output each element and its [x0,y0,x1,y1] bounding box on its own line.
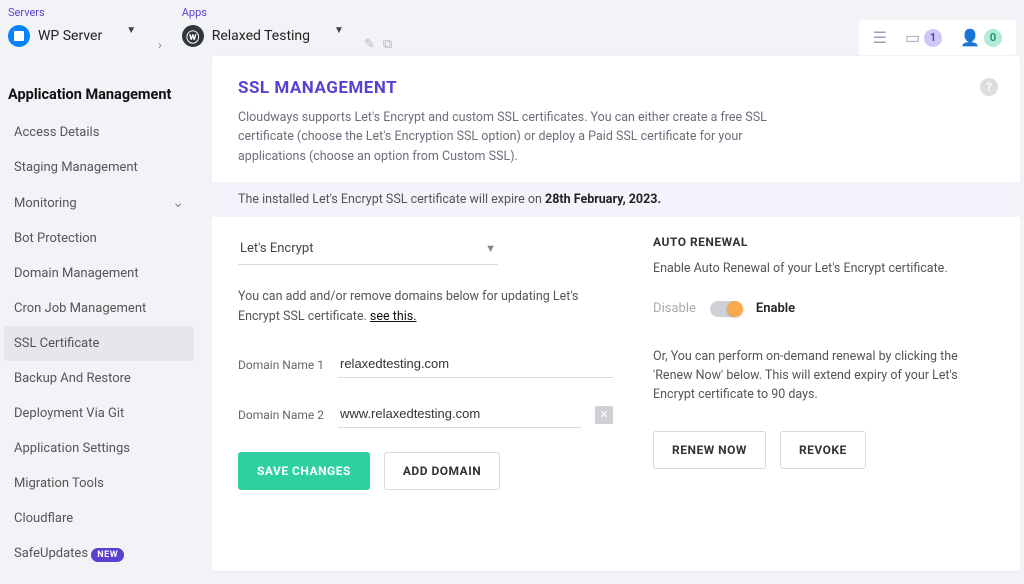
revoke-button[interactable]: REVOKE [780,431,866,469]
sidebar-item-label: SSL Certificate [14,336,99,351]
sidebar-item-label: Access Details [14,125,99,140]
apps-count-badge: 1 [924,29,942,47]
sidebar-item-label: Bot Protection [14,231,97,246]
domain1-label: Domain Name 1 [238,358,324,378]
sidebar-item-bot-protection[interactable]: Bot Protection [4,221,194,256]
server-selector[interactable]: WP Server ▼ [8,25,136,47]
auto-renewal-toggle[interactable] [710,301,742,317]
page-description: Cloudways supports Let's Encrypt and cus… [238,108,798,166]
domain2-label: Domain Name 2 [238,408,324,428]
help-icon[interactable]: ? [980,78,998,96]
wordpress-icon: ⓦ [182,25,204,47]
sidebar-item-access-details[interactable]: Access Details [4,115,194,150]
server-name: WP Server [38,28,102,44]
see-this-link[interactable]: see this. [370,309,417,324]
sidebar-item-safeupdates[interactable]: SafeUpdates NEW [4,536,194,571]
sidebar-item-label: Deployment Via Git [14,406,124,421]
expiry-pretext: The installed Let's Encrypt SSL certific… [238,192,545,207]
sidebar-heading: Application Management [8,86,194,103]
save-changes-button[interactable]: SAVE CHANGES [238,452,370,490]
expiry-date: 28th February, 2023. [545,192,661,207]
digitalocean-icon [8,25,30,47]
edit-icon[interactable]: ✎ [364,37,375,52]
sidebar-item-deployment-git[interactable]: Deployment Via Git [4,396,194,431]
enable-label: Enable [756,301,795,316]
caret-down-icon: ▼ [485,242,496,255]
sidebar-item-cloudflare[interactable]: Cloudflare [4,501,194,536]
user-icon: 👤 [960,28,980,47]
domain1-input[interactable] [338,352,613,378]
sidebar-item-cron-job[interactable]: Cron Job Management [4,291,194,326]
renew-now-button[interactable]: RENEW NOW [653,431,766,469]
caret-down-icon: ▼ [126,25,136,36]
new-badge: NEW [91,548,124,562]
sidebar-item-label: SafeUpdates [14,546,88,561]
expiry-notice: The installed Let's Encrypt SSL certific… [212,182,1020,217]
domain2-input[interactable] [338,402,581,428]
folder-icon: ▭ [905,28,920,47]
external-link-icon[interactable]: ⧉ [383,37,392,52]
app-selector[interactable]: ⓦ Relaxed Testing ▼ [182,25,344,47]
app-name: Relaxed Testing [212,28,310,44]
certificate-type-value: Let's Encrypt [240,241,313,256]
servers-breadcrumb[interactable]: Servers [8,6,136,19]
sidebar-item-label: Backup And Restore [14,371,131,386]
auto-renewal-title: AUTO RENEWAL [653,235,994,249]
renew-description: Or, You can perform on-demand renewal by… [653,347,994,405]
sidebar-item-label: Cron Job Management [14,301,146,316]
apps-breadcrumb[interactable]: Apps [182,6,344,19]
caret-down-icon: ▼ [334,25,344,36]
users-count-badge: 0 [984,29,1002,47]
page-title: SSL MANAGEMENT [238,78,994,98]
sidebar-item-domain-management[interactable]: Domain Management [4,256,194,291]
remove-domain-button[interactable]: ✕ [595,406,613,424]
auto-renewal-subtitle: Enable Auto Renewal of your Let's Encryp… [653,259,994,278]
users-icon[interactable]: 👤 0 [960,28,1002,47]
add-domain-button[interactable]: ADD DOMAIN [384,452,500,490]
sidebar-item-label: Staging Management [14,160,138,175]
sidebar-item-label: Domain Management [14,266,139,281]
chevron-right-icon: › [158,38,162,52]
sidebar-item-ssl-certificate[interactable]: SSL Certificate [4,326,194,361]
list-view-icon[interactable]: ☰ [873,28,887,47]
applications-icon[interactable]: ▭ 1 [905,28,942,47]
sidebar-item-backup-restore[interactable]: Backup And Restore [4,361,194,396]
sidebar-item-label: Migration Tools [14,476,104,491]
disable-label: Disable [653,301,696,316]
sidebar-item-monitoring[interactable]: Monitoring [4,185,194,221]
sidebar-item-label: Application Settings [14,441,130,456]
sidebar-item-label: Cloudflare [14,511,73,526]
sidebar-item-label: Monitoring [14,196,77,211]
sidebar-item-staging[interactable]: Staging Management [4,150,194,185]
sidebar-item-migration-tools[interactable]: Migration Tools [4,466,194,501]
certificate-type-select[interactable]: Let's Encrypt ▼ [238,235,498,265]
sidebar-item-application-settings[interactable]: Application Settings [4,431,194,466]
